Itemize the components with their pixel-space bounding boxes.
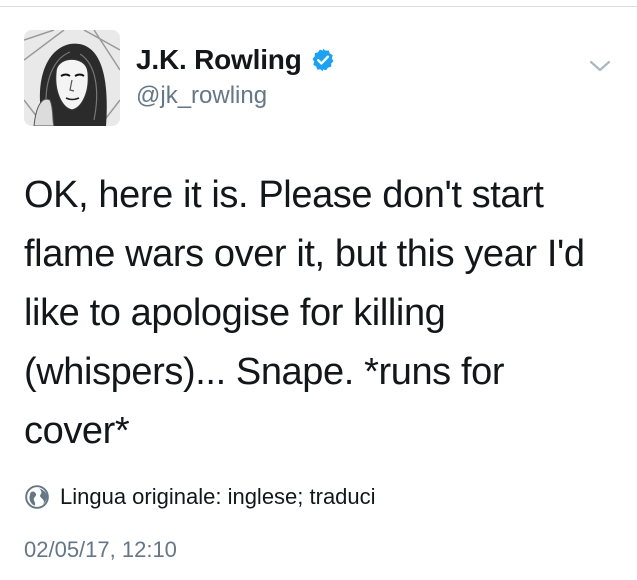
tweet-header: J.K. Rowling @jk_rowling bbox=[24, 30, 614, 130]
globe-icon bbox=[24, 484, 50, 510]
top-divider bbox=[0, 6, 637, 7]
avatar-image bbox=[24, 30, 120, 126]
verified-badge-icon bbox=[310, 47, 336, 73]
author-handle[interactable]: @jk_rowling bbox=[136, 82, 267, 110]
author-row: J.K. Rowling bbox=[136, 44, 336, 76]
author-display-name[interactable]: J.K. Rowling bbox=[136, 44, 302, 76]
tweet-timestamp[interactable]: 02/05/17, 12:10 bbox=[24, 537, 177, 563]
translation-notice-text: Lingua originale: inglese; traduci bbox=[60, 484, 376, 509]
tweet-menu-button[interactable] bbox=[586, 52, 614, 80]
avatar[interactable] bbox=[24, 30, 120, 126]
tweet-text: OK, here it is. Please don't start flame… bbox=[24, 174, 595, 452]
translation-notice[interactable]: Lingua originale: inglese; traduci bbox=[24, 484, 376, 510]
chevron-down-icon bbox=[589, 60, 611, 72]
